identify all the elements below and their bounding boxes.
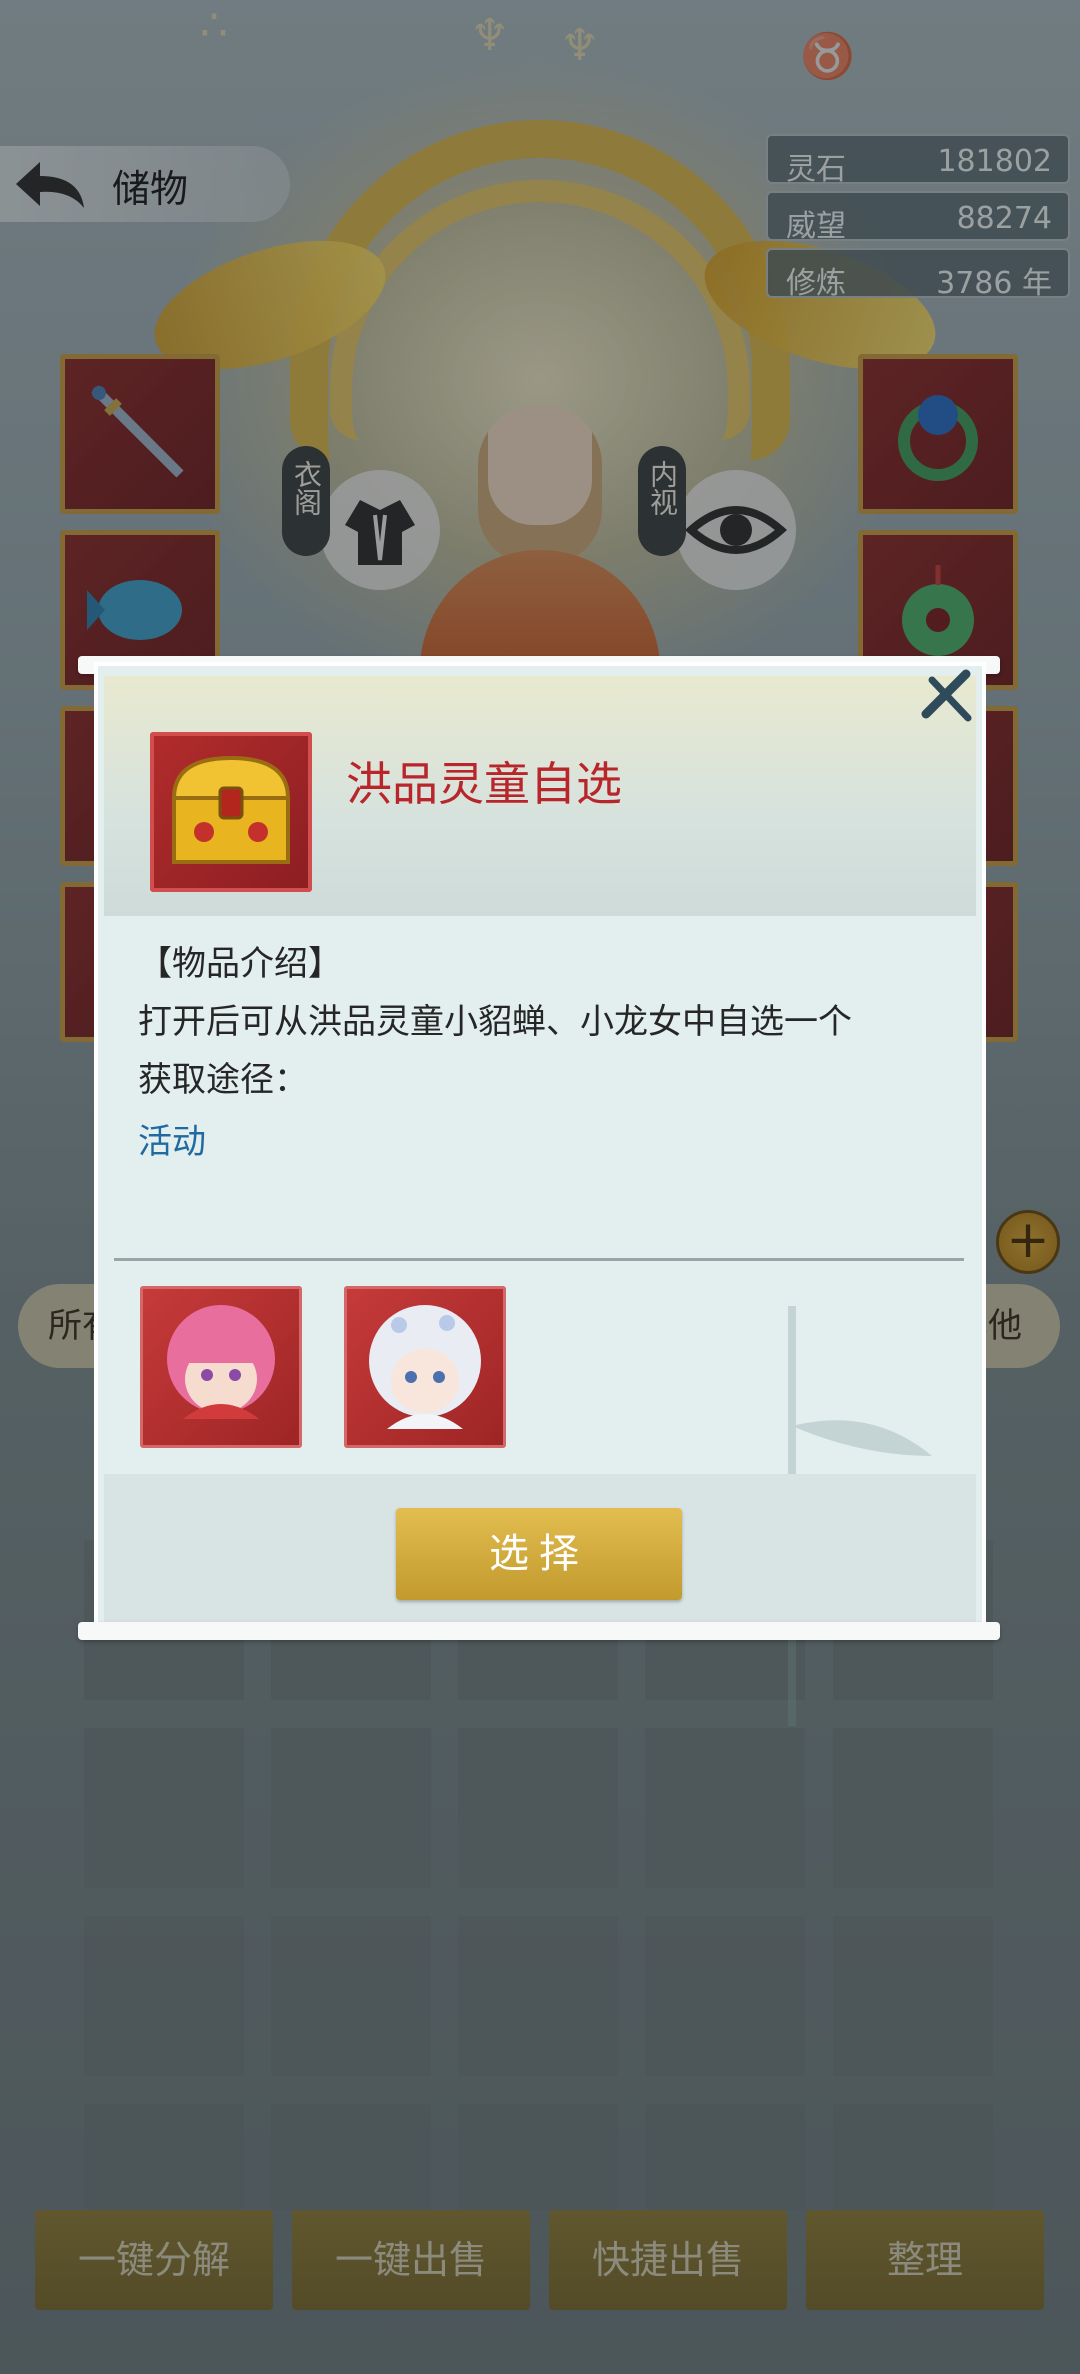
- scroll-rod-bottom: [78, 1622, 1000, 1640]
- item-detail-dialog: 洪品灵童自选 【物品介绍】 打开后可从洪品灵童小貂蝉、小龙女中自选一个 获取途径…: [98, 666, 982, 1726]
- choice-pink-hair-girl[interactable]: [140, 1286, 302, 1448]
- choice-white-hair-girl[interactable]: [344, 1286, 506, 1448]
- white-hair-girl-portrait: [369, 1305, 481, 1429]
- select-button[interactable]: 选择: [396, 1508, 682, 1600]
- item-name: 洪品灵童自选: [346, 757, 622, 811]
- source-link-activity[interactable]: 活动: [138, 1114, 206, 1163]
- description-title: 【物品介绍】: [138, 944, 342, 984]
- pink-hair-girl-portrait: [167, 1305, 275, 1419]
- item-icon-frame: [150, 732, 312, 892]
- divider: [114, 1258, 964, 1261]
- treasure-chest-icon: [171, 755, 291, 864]
- dialog-header: 洪品灵童自选: [104, 676, 976, 916]
- description-text: 打开后可从洪品灵童小貂蝉、小龙女中自选一个: [138, 1002, 852, 1042]
- source-label: 获取途径：: [138, 1060, 308, 1100]
- select-button-label: 选择: [489, 1531, 589, 1577]
- close-icon: [921, 669, 972, 722]
- close-button[interactable]: [918, 666, 978, 726]
